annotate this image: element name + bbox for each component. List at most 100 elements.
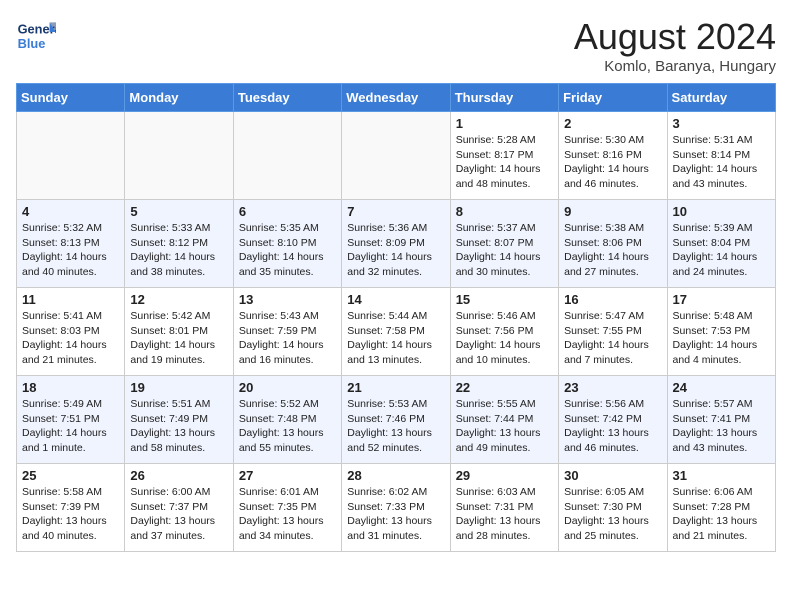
location-title: Komlo, Baranya, Hungary: [574, 58, 776, 75]
calendar-cell: 11 Sunrise: 5:41 AMSunset: 8:03 PMDayligh…: [17, 288, 125, 376]
cell-info: Sunrise: 5:56 AMSunset: 7:42 PMDaylight:…: [564, 397, 661, 456]
calendar-cell: 31Sunrise: 6:06 AMSunset: 7:28 PMDayligh…: [667, 464, 775, 552]
calendar-week-row: 18 Sunrise: 5:49 AMSunset: 7:51 PMDayligh…: [17, 376, 776, 464]
day-number: 16: [564, 292, 661, 307]
day-number: 18: [22, 380, 119, 395]
day-number: 24: [673, 380, 770, 395]
day-number: 4: [22, 204, 119, 219]
day-header-friday: Friday: [559, 84, 667, 112]
calendar-cell: 4Sunrise: 5:32 AMSunset: 8:13 PMDaylight…: [17, 200, 125, 288]
cell-info: Sunrise: 5:57 AMSunset: 7:41 PMDaylight:…: [673, 397, 770, 456]
day-number: 1: [456, 116, 553, 131]
calendar-cell: 3 Sunrise: 5:31 AMSunset: 8:14 PMDaylight…: [667, 112, 775, 200]
cell-info: Sunrise: 6:00 AMSunset: 7:37 PMDaylight:…: [130, 485, 227, 544]
day-header-saturday: Saturday: [667, 84, 775, 112]
day-number: 2: [564, 116, 661, 131]
cell-info: Sunrise: 5:38 AMSunset: 8:06 PMDaylight:…: [564, 221, 661, 280]
calendar-table: SundayMondayTuesdayWednesdayThursdayFrid…: [16, 83, 776, 552]
calendar-cell: 12 Sunrise: 5:42 AMSunset: 8:01 PMDayligh…: [125, 288, 233, 376]
calendar-cell: 2 Sunrise: 5:30 AMSunset: 8:16 PMDaylight…: [559, 112, 667, 200]
day-number: 29: [456, 468, 553, 483]
cell-info: Sunrise: 6:01 AMSunset: 7:35 PMDaylight:…: [239, 485, 336, 544]
calendar-week-row: 25 Sunrise: 5:58 AMSunset: 7:39 PMDayligh…: [17, 464, 776, 552]
day-number: 12: [130, 292, 227, 307]
day-number: 30: [564, 468, 661, 483]
calendar-cell: 5 Sunrise: 5:33 AMSunset: 8:12 PMDaylight…: [125, 200, 233, 288]
day-number: 20: [239, 380, 336, 395]
calendar-week-row: 1 Sunrise: 5:28 AMSunset: 8:17 PMDaylight…: [17, 112, 776, 200]
calendar-cell: 21Sunrise: 5:53 AMSunset: 7:46 PMDayligh…: [342, 376, 450, 464]
cell-info: Sunrise: 5:42 AMSunset: 8:01 PMDaylight:…: [130, 309, 227, 368]
day-number: 11: [22, 292, 119, 307]
cell-info: Sunrise: 5:48 AMSunset: 7:53 PMDaylight:…: [673, 309, 770, 368]
calendar-cell: 24 Sunrise: 5:57 AMSunset: 7:41 PMDayligh…: [667, 376, 775, 464]
calendar-cell: [17, 112, 125, 200]
cell-info: Sunrise: 5:28 AMSunset: 8:17 PMDaylight:…: [456, 133, 553, 192]
day-number: 27: [239, 468, 336, 483]
cell-info: Sunrise: 5:30 AMSunset: 8:16 PMDaylight:…: [564, 133, 661, 192]
day-number: 13: [239, 292, 336, 307]
calendar-cell: 27 Sunrise: 6:01 AMSunset: 7:35 PMDayligh…: [233, 464, 341, 552]
calendar-cell: [342, 112, 450, 200]
cell-info: Sunrise: 5:43 AMSunset: 7:59 PMDaylight:…: [239, 309, 336, 368]
cell-info: Sunrise: 5:37 AMSunset: 8:07 PMDaylight:…: [456, 221, 553, 280]
calendar-cell: 18 Sunrise: 5:49 AMSunset: 7:51 PMDayligh…: [17, 376, 125, 464]
day-header-monday: Monday: [125, 84, 233, 112]
cell-info: Sunrise: 6:05 AMSunset: 7:30 PMDaylight:…: [564, 485, 661, 544]
cell-info: Sunrise: 5:33 AMSunset: 8:12 PMDaylight:…: [130, 221, 227, 280]
day-number: 5: [130, 204, 227, 219]
day-number: 6: [239, 204, 336, 219]
cell-info: Sunrise: 5:47 AMSunset: 7:55 PMDaylight:…: [564, 309, 661, 368]
calendar-cell: 6 Sunrise: 5:35 AMSunset: 8:10 PMDaylight…: [233, 200, 341, 288]
cell-info: Sunrise: 6:02 AMSunset: 7:33 PMDaylight:…: [347, 485, 444, 544]
calendar-cell: [233, 112, 341, 200]
calendar-cell: 20Sunrise: 5:52 AMSunset: 7:48 PMDayligh…: [233, 376, 341, 464]
day-number: 17: [673, 292, 770, 307]
calendar-cell: 28 Sunrise: 6:02 AMSunset: 7:33 PMDayligh…: [342, 464, 450, 552]
cell-info: Sunrise: 5:39 AMSunset: 8:04 PMDaylight:…: [673, 221, 770, 280]
day-number: 25: [22, 468, 119, 483]
day-header-tuesday: Tuesday: [233, 84, 341, 112]
day-header-thursday: Thursday: [450, 84, 558, 112]
day-number: 7: [347, 204, 444, 219]
calendar-week-row: 11 Sunrise: 5:41 AMSunset: 8:03 PMDayligh…: [17, 288, 776, 376]
calendar-cell: 25 Sunrise: 5:58 AMSunset: 7:39 PMDayligh…: [17, 464, 125, 552]
calendar-cell: 14Sunrise: 5:44 AMSunset: 7:58 PMDayligh…: [342, 288, 450, 376]
calendar-cell: 10 Sunrise: 5:39 AMSunset: 8:04 PMDayligh…: [667, 200, 775, 288]
day-number: 15: [456, 292, 553, 307]
cell-info: Sunrise: 5:36 AMSunset: 8:09 PMDaylight:…: [347, 221, 444, 280]
logo: General Blue: [16, 16, 56, 56]
header: General Blue August 2024 Komlo, Baranya,…: [16, 16, 776, 75]
day-header-wednesday: Wednesday: [342, 84, 450, 112]
calendar-cell: 23 Sunrise: 5:56 AMSunset: 7:42 PMDayligh…: [559, 376, 667, 464]
calendar-cell: 8Sunrise: 5:37 AMSunset: 8:07 PMDaylight…: [450, 200, 558, 288]
cell-info: Sunrise: 5:53 AMSunset: 7:46 PMDaylight:…: [347, 397, 444, 456]
calendar-cell: 7 Sunrise: 5:36 AMSunset: 8:09 PMDaylight…: [342, 200, 450, 288]
calendar-cell: [125, 112, 233, 200]
calendar-cell: 22 Sunrise: 5:55 AMSunset: 7:44 PMDayligh…: [450, 376, 558, 464]
cell-info: Sunrise: 5:55 AMSunset: 7:44 PMDaylight:…: [456, 397, 553, 456]
logo-icon: General Blue: [16, 16, 56, 56]
day-number: 10: [673, 204, 770, 219]
month-title: August 2024: [574, 16, 776, 58]
day-number: 22: [456, 380, 553, 395]
cell-info: Sunrise: 5:51 AMSunset: 7:49 PMDaylight:…: [130, 397, 227, 456]
cell-info: Sunrise: 5:31 AMSunset: 8:14 PMDaylight:…: [673, 133, 770, 192]
day-number: 23: [564, 380, 661, 395]
calendar-header-row: SundayMondayTuesdayWednesdayThursdayFrid…: [17, 84, 776, 112]
day-number: 19: [130, 380, 227, 395]
day-number: 26: [130, 468, 227, 483]
calendar-cell: 17 Sunrise: 5:48 AMSunset: 7:53 PMDayligh…: [667, 288, 775, 376]
day-number: 31: [673, 468, 770, 483]
day-number: 28: [347, 468, 444, 483]
day-header-sunday: Sunday: [17, 84, 125, 112]
day-number: 9: [564, 204, 661, 219]
cell-info: Sunrise: 5:35 AMSunset: 8:10 PMDaylight:…: [239, 221, 336, 280]
day-number: 3: [673, 116, 770, 131]
calendar-cell: 26 Sunrise: 6:00 AMSunset: 7:37 PMDayligh…: [125, 464, 233, 552]
cell-info: Sunrise: 5:58 AMSunset: 7:39 PMDaylight:…: [22, 485, 119, 544]
cell-info: Sunrise: 5:41 AMSunset: 8:03 PMDaylight:…: [22, 309, 119, 368]
cell-info: Sunrise: 5:49 AMSunset: 7:51 PMDaylight:…: [22, 397, 119, 456]
calendar-cell: 19 Sunrise: 5:51 AMSunset: 7:49 PMDayligh…: [125, 376, 233, 464]
cell-info: Sunrise: 5:46 AMSunset: 7:56 PMDaylight:…: [456, 309, 553, 368]
